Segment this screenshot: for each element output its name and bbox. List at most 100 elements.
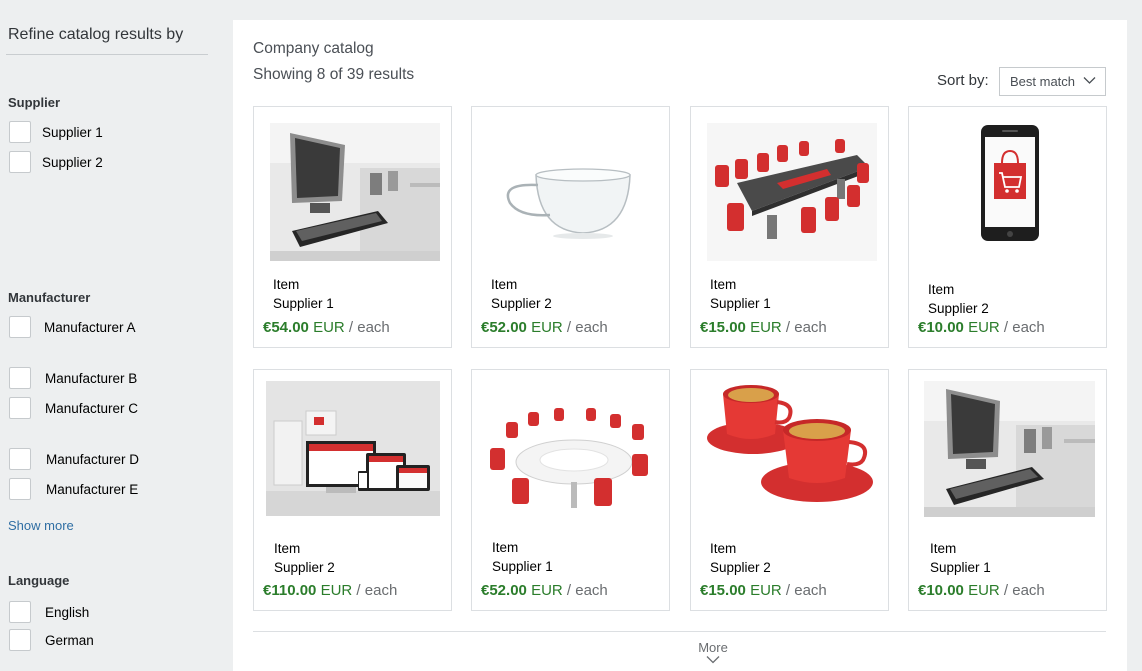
product-image-glass-cup (488, 123, 658, 261)
checkbox[interactable] (9, 397, 31, 419)
filter-manufacturer-a[interactable]: Manufacturer A (9, 316, 136, 338)
manufacturer-heading: Manufacturer (8, 290, 91, 305)
product-supplier: Supplier 1 (492, 559, 553, 574)
product-item-label: Item (710, 541, 737, 556)
product-item-label: Item (928, 282, 955, 297)
sort-label: Sort by: (937, 72, 989, 89)
product-card[interactable]: Item Supplier 2 €110.00 EUR / each (253, 369, 452, 611)
product-card[interactable]: Item Supplier 1 €52.00 EUR / each (471, 369, 670, 611)
filter-language-german[interactable]: German (9, 629, 94, 651)
more-button[interactable]: More (688, 640, 738, 664)
price-currency: EUR (313, 319, 345, 336)
page-title: Company catalog (253, 40, 374, 57)
product-card[interactable]: Item Supplier 1 €54.00 EUR / each (253, 106, 452, 348)
price-currency: EUR (320, 582, 353, 599)
product-price: €10.00 EUR / each (918, 319, 1045, 336)
product-card[interactable]: Item Supplier 1 €15.00 EUR / each (690, 106, 889, 348)
filter-supplier-2[interactable]: Supplier 2 (9, 151, 103, 173)
filter-supplier-1[interactable]: Supplier 1 (9, 121, 103, 143)
product-supplier: Supplier 2 (710, 560, 771, 575)
price-unit: / each (785, 319, 827, 336)
more-label: More (698, 640, 728, 655)
filter-manufacturer-c[interactable]: Manufacturer C (9, 397, 138, 419)
product-item-label: Item (710, 277, 737, 292)
product-price: €52.00 EUR / each (481, 319, 608, 336)
supplier-heading: Supplier (8, 95, 61, 110)
checkbox[interactable] (9, 629, 31, 651)
filter-manufacturer-d[interactable]: Manufacturer D (9, 448, 139, 470)
price-amount: €54.00 (263, 319, 309, 336)
sidebar-divider (6, 54, 208, 55)
filter-label: Supplier 1 (42, 124, 103, 140)
product-item-label: Item (273, 277, 300, 292)
filter-manufacturer-b[interactable]: Manufacturer B (9, 367, 137, 389)
product-image-coffee-cups (705, 378, 875, 512)
price-amount: €110.00 (263, 582, 317, 599)
product-item-label: Item (274, 541, 301, 556)
product-image-conference-table (707, 123, 877, 261)
product-supplier: Supplier 1 (710, 296, 771, 311)
checkbox[interactable] (9, 367, 31, 389)
checkbox[interactable] (9, 121, 31, 143)
price-currency: EUR (750, 319, 782, 336)
price-amount: €10.00 (918, 319, 964, 336)
show-more-link[interactable]: Show more (8, 518, 74, 533)
product-item-label: Item (491, 277, 518, 292)
product-supplier: Supplier 2 (274, 560, 335, 575)
product-image-devices (266, 381, 440, 516)
sort-value: Best match (1010, 74, 1076, 89)
price-unit: / each (1003, 319, 1045, 336)
checkbox[interactable] (9, 601, 31, 623)
filter-label: Manufacturer C (45, 400, 139, 416)
product-image-desktop-computer (924, 381, 1095, 517)
product-price: €54.00 EUR / each (263, 319, 390, 336)
more-divider (253, 631, 1106, 632)
filter-label: German (45, 632, 94, 648)
product-supplier: Supplier 1 (273, 296, 334, 311)
filter-label: Manufacturer A (44, 319, 136, 335)
price-unit: / each (356, 582, 398, 599)
product-card[interactable]: Item Supplier 2 €52.00 EUR / each (471, 106, 670, 348)
chevron-down-icon (1083, 77, 1096, 84)
checkbox[interactable] (9, 448, 31, 470)
price-amount: €52.00 (481, 582, 527, 599)
product-supplier: Supplier 1 (930, 560, 991, 575)
checkbox[interactable] (9, 478, 31, 500)
price-amount: €52.00 (481, 319, 527, 336)
sort-dropdown[interactable]: Best match (999, 67, 1106, 96)
product-image-round-table (482, 382, 660, 522)
sidebar-title: Refine catalog results by (8, 26, 184, 43)
product-item-label: Item (492, 540, 519, 555)
filter-label: English (45, 604, 90, 620)
product-card[interactable]: Item Supplier 2 €15.00 EUR / each (690, 369, 889, 611)
price-currency: EUR (968, 319, 1000, 336)
price-currency: EUR (750, 582, 782, 599)
price-currency: EUR (531, 582, 563, 599)
product-card[interactable]: Item Supplier 1 €10.00 EUR / each (908, 369, 1107, 611)
filter-label: Manufacturer D (46, 451, 140, 467)
product-price: €15.00 EUR / each (700, 582, 827, 599)
filter-sidebar: Refine catalog results by Supplier Suppl… (0, 0, 232, 671)
product-card[interactable]: Item Supplier 2 €10.00 EUR / each (908, 106, 1107, 348)
filter-manufacturer-e[interactable]: Manufacturer E (9, 478, 138, 500)
price-amount: €10.00 (918, 582, 964, 599)
price-amount: €15.00 (700, 582, 746, 599)
product-price: €110.00 EUR / each (263, 582, 397, 599)
filter-label: Manufacturer B (45, 370, 138, 386)
price-unit: / each (566, 319, 608, 336)
product-supplier: Supplier 2 (928, 301, 989, 316)
product-price: €10.00 EUR / each (918, 582, 1045, 599)
filter-language-english[interactable]: English (9, 601, 89, 623)
price-currency: EUR (968, 582, 1000, 599)
checkbox[interactable] (9, 316, 31, 338)
catalog-panel: Company catalog Showing 8 of 39 results … (233, 20, 1127, 671)
price-currency: EUR (531, 319, 563, 336)
price-unit: / each (348, 319, 390, 336)
product-image-smartphone (925, 123, 1095, 261)
product-image-desktop-computer (270, 123, 440, 261)
checkbox[interactable] (9, 151, 31, 173)
product-price: €15.00 EUR / each (700, 319, 827, 336)
price-unit: / each (785, 582, 827, 599)
results-count: Showing 8 of 39 results (253, 66, 415, 83)
chevron-down-icon (706, 656, 720, 664)
